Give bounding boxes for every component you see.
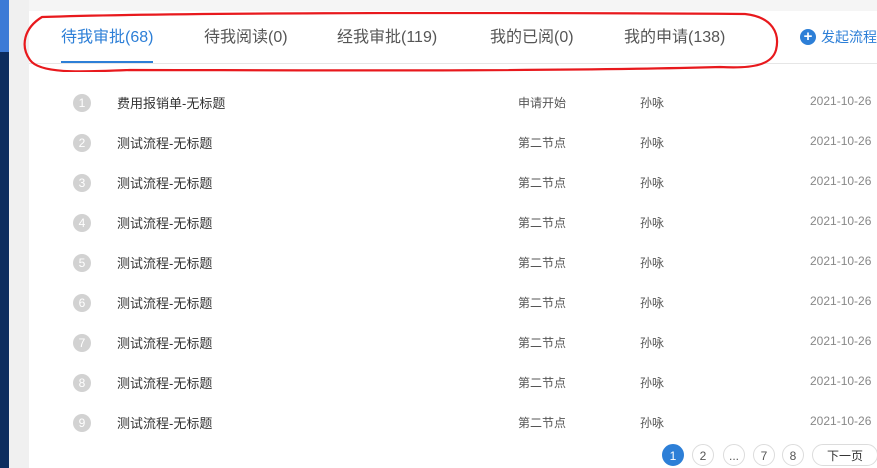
tab-pending-approval[interactable]: 待我审批(68) [61,11,154,63]
page-ellipsis-button[interactable]: ... [723,444,745,466]
list-item[interactable]: 1 费用报销单-无标题 申请开始 孙咏 2021-10-26 [29,84,877,124]
row-user: 孙咏 [640,416,665,430]
tab-approved-by-me[interactable]: 经我审批(119) [337,11,437,63]
row-user: 孙咏 [640,176,665,190]
page-button-8[interactable]: 8 [782,444,804,466]
row-node: 第二节点 [518,216,567,230]
row-title-link[interactable]: 测试流程-无标题 [117,133,212,152]
row-number-badge: 3 [73,174,91,192]
row-number-badge: 8 [73,374,91,392]
list-item[interactable]: 6 测试流程-无标题 第二节点 孙咏 2021-10-26 [29,284,877,324]
row-date: 2021-10-26 [810,94,872,108]
row-user: 孙咏 [640,136,665,150]
workflow-panel: 待我审批(68) 待我阅读(0) 经我审批(119) 我的已阅(0) 我的申请(… [29,0,877,468]
tab-read-by-me[interactable]: 我的已阅(0) [490,11,574,63]
row-user: 孙咏 [640,376,665,390]
list-item[interactable]: 5 测试流程-无标题 第二节点 孙咏 2021-10-26 [29,244,877,284]
row-node: 第二节点 [518,376,567,390]
row-date: 2021-10-26 [810,414,872,428]
row-date: 2021-10-26 [810,134,872,148]
row-user: 孙咏 [640,336,665,350]
new-flow-label: 发起流程 [821,29,877,45]
row-title-link[interactable]: 测试流程-无标题 [117,213,212,232]
row-user: 孙咏 [640,296,665,310]
list-item[interactable]: 3 测试流程-无标题 第二节点 孙咏 2021-10-26 [29,164,877,204]
row-user: 孙咏 [640,216,665,230]
page-button-2[interactable]: 2 [692,444,714,466]
row-node: 第二节点 [518,256,567,270]
list-item[interactable]: 9 测试流程-无标题 第二节点 孙咏 2021-10-26 [29,404,877,444]
list-item[interactable]: 7 测试流程-无标题 第二节点 孙咏 2021-10-26 [29,324,877,364]
row-date: 2021-10-26 [810,374,872,388]
page-button-1[interactable]: 1 [662,444,684,466]
row-node: 申请开始 [518,96,567,110]
row-number-badge: 1 [73,94,91,112]
list-item[interactable]: 2 测试流程-无标题 第二节点 孙咏 2021-10-26 [29,124,877,164]
row-node: 第二节点 [518,296,567,310]
row-date: 2021-10-26 [810,294,872,308]
row-number-badge: 6 [73,294,91,312]
row-date: 2021-10-26 [810,254,872,268]
tab-my-applications[interactable]: 我的申请(138) [624,11,725,63]
row-number-badge: 4 [73,214,91,232]
list-item[interactable]: 4 测试流程-无标题 第二节点 孙咏 2021-10-26 [29,204,877,244]
row-title-link[interactable]: 测试流程-无标题 [117,373,212,392]
row-number-badge: 5 [73,254,91,272]
panel-top-gap [29,0,877,11]
row-number-badge: 2 [73,134,91,152]
row-node: 第二节点 [518,336,567,350]
row-title-link[interactable]: 费用报销单-无标题 [117,93,225,112]
new-flow-button[interactable]: + 发起流程 [800,11,877,63]
plus-circle-icon: + [800,29,816,45]
row-title-link[interactable]: 测试流程-无标题 [117,413,212,432]
row-number-badge: 7 [73,334,91,352]
row-node: 第二节点 [518,176,567,190]
row-date: 2021-10-26 [810,334,872,348]
row-number-badge: 9 [73,414,91,432]
left-sidebar-strip [0,0,9,468]
row-title-link[interactable]: 测试流程-无标题 [117,333,212,352]
row-title-link[interactable]: 测试流程-无标题 [117,293,212,312]
row-node: 第二节点 [518,136,567,150]
row-date: 2021-10-26 [810,214,872,228]
row-date: 2021-10-26 [810,174,872,188]
sidebar-active-marker [0,0,9,52]
next-page-button[interactable]: 下一页 [812,444,877,466]
tab-bar: 待我审批(68) 待我阅读(0) 经我审批(119) 我的已阅(0) 我的申请(… [29,11,877,64]
row-user: 孙咏 [640,256,665,270]
row-user: 孙咏 [640,96,665,110]
row-title-link[interactable]: 测试流程-无标题 [117,173,212,192]
row-title-link[interactable]: 测试流程-无标题 [117,253,212,272]
row-node: 第二节点 [518,416,567,430]
list-item[interactable]: 8 测试流程-无标题 第二节点 孙咏 2021-10-26 [29,364,877,404]
page-button-7[interactable]: 7 [753,444,775,466]
tab-pending-read[interactable]: 待我阅读(0) [204,11,288,63]
